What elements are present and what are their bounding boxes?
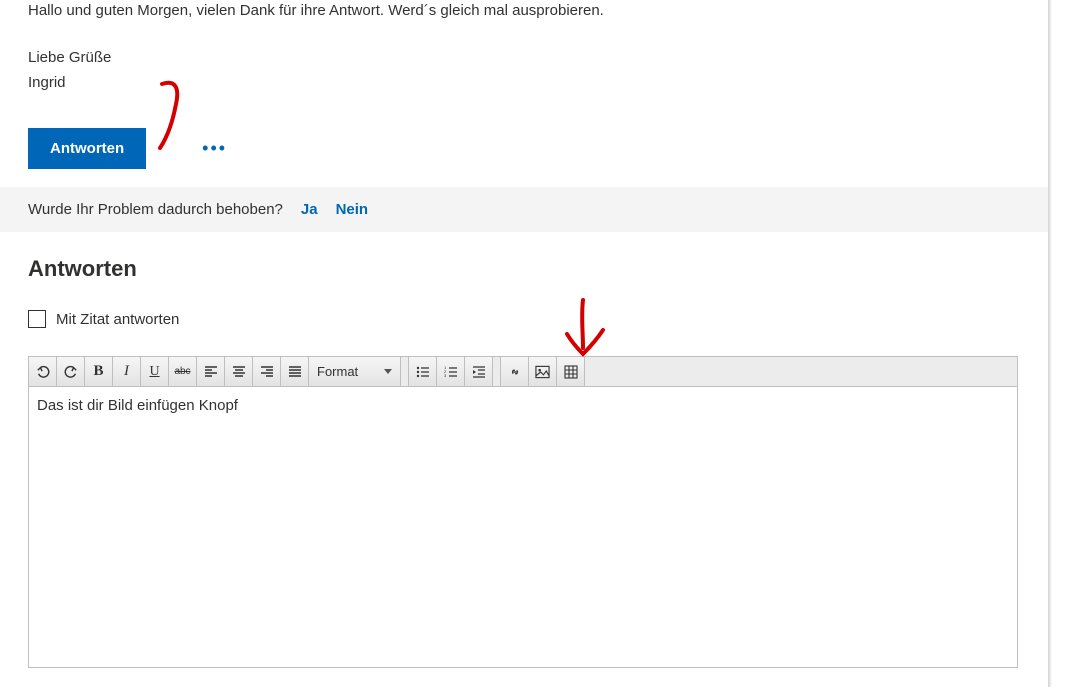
image-button[interactable] [529, 357, 557, 386]
message-closing: Liebe Grüße [28, 47, 1020, 70]
align-left-button[interactable] [197, 357, 225, 386]
underline-button[interactable]: U [141, 357, 169, 386]
feedback-no-link[interactable]: Nein [336, 201, 369, 218]
rich-text-editor: B I U abc [28, 356, 1018, 668]
redo-button[interactable] [57, 357, 85, 386]
table-button[interactable] [557, 357, 585, 386]
format-select[interactable]: Format [309, 357, 401, 386]
editor-textarea[interactable]: Das ist dir Bild einfügen Knopf [29, 387, 1017, 667]
editor-content: Das ist dir Bild einfügen Knopf [37, 397, 238, 414]
reply-button[interactable]: Antworten [28, 128, 146, 169]
italic-button[interactable]: I [113, 357, 141, 386]
indent-button[interactable] [465, 357, 493, 386]
message-signature: Ingrid [28, 72, 1020, 95]
message-greeting: Hallo und guten Morgen, vielen Dank für … [28, 0, 1020, 23]
svg-text:3: 3 [444, 373, 447, 378]
align-justify-button[interactable] [281, 357, 309, 386]
quote-reply-checkbox[interactable] [28, 310, 46, 328]
format-select-label: Format [317, 364, 358, 379]
feedback-yes-link[interactable]: Ja [301, 201, 318, 218]
align-center-button[interactable] [225, 357, 253, 386]
bullet-list-button[interactable] [409, 357, 437, 386]
strikethrough-button[interactable]: abc [169, 357, 197, 386]
reply-heading: Antworten [28, 256, 1020, 282]
editor-toolbar: B I U abc [29, 357, 1017, 387]
align-right-button[interactable] [253, 357, 281, 386]
undo-button[interactable] [29, 357, 57, 386]
chevron-down-icon [384, 369, 392, 374]
bold-button[interactable]: B [85, 357, 113, 386]
numbered-list-button[interactable]: 123 [437, 357, 465, 386]
quote-reply-label: Mit Zitat antworten [56, 311, 179, 328]
link-button[interactable] [501, 357, 529, 386]
feedback-question: Wurde Ihr Problem dadurch behoben? [28, 201, 283, 218]
more-actions-button[interactable]: ••• [194, 132, 235, 165]
